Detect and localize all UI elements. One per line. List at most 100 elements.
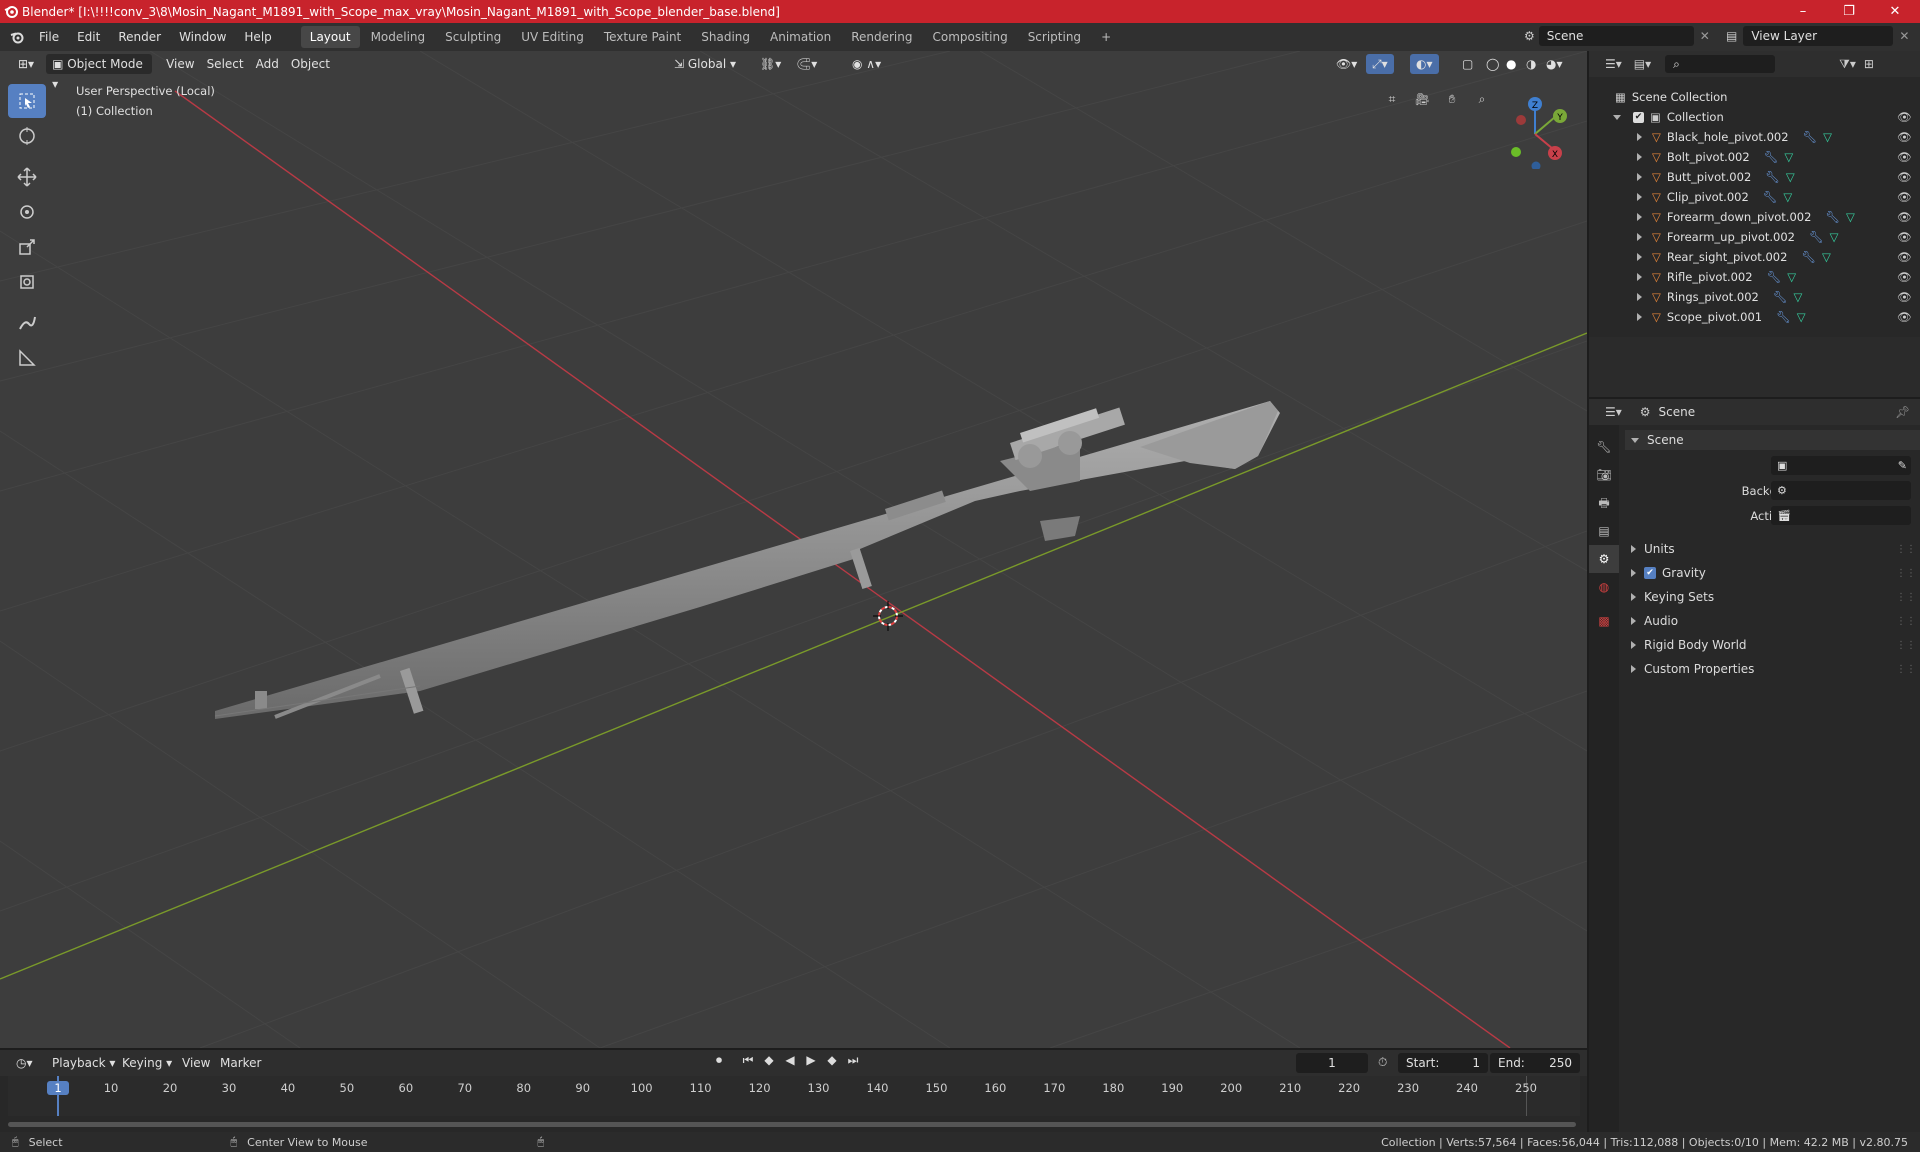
add-workspace-button[interactable]: + — [1092, 26, 1120, 48]
object-expand-icon[interactable] — [1637, 273, 1642, 281]
play-icon[interactable]: ▶ — [802, 1053, 820, 1068]
object-expand-icon[interactable] — [1637, 313, 1642, 321]
display-mode-icon[interactable]: ▤▾ — [1634, 57, 1651, 71]
modifier-wrench-icon[interactable]: 🔧︎ — [1776, 310, 1791, 324]
object-visibility-icon[interactable]: 👁︎ — [1897, 150, 1912, 164]
outliner-object-row[interactable]: ▽ Forearm_down_pivot.002 🔧︎ ▽ 👁︎ — [1589, 207, 1920, 227]
outliner-object-row[interactable]: ▽ Black_hole_pivot.002 🔧︎ ▽ 👁︎ — [1589, 127, 1920, 147]
mesh-data-icon[interactable]: ▽ — [1793, 290, 1802, 304]
object-expand-icon[interactable] — [1637, 293, 1642, 301]
tab-shading[interactable]: Shading — [692, 26, 759, 48]
camera-view-icon[interactable]: 🎥︎ — [1410, 87, 1434, 111]
next-keyframe-icon[interactable]: ◆ — [823, 1053, 841, 1068]
mesh-data-icon[interactable]: ▽ — [1797, 310, 1806, 324]
tab-uv-editing[interactable]: UV Editing — [512, 26, 593, 48]
blender-menu-icon[interactable] — [10, 30, 24, 44]
modifier-wrench-icon[interactable]: 🔧︎ — [1764, 150, 1779, 164]
object-visibility-icon[interactable]: 👁︎ — [1897, 170, 1912, 184]
proportional-edit-icon[interactable]: ◉ ∧▾ — [846, 54, 887, 74]
move-tool-icon[interactable] — [8, 160, 46, 194]
modifier-wrench-icon[interactable]: 🔧︎ — [1803, 130, 1818, 144]
scene-delete-icon[interactable]: ✕ — [1700, 29, 1710, 43]
maximize-button[interactable]: ❐ — [1826, 0, 1872, 23]
filter-icon[interactable]: ⧩▾ — [1839, 57, 1856, 72]
object-expand-icon[interactable] — [1637, 153, 1642, 161]
play-reverse-icon[interactable]: ◀ — [781, 1053, 799, 1068]
outliner-object-row[interactable]: ▽ Clip_pivot.002 🔧︎ ▽ 👁︎ — [1589, 187, 1920, 207]
record-icon[interactable]: ⏺ — [710, 1053, 728, 1068]
camera-field[interactable]: ▣ ✎ — [1771, 456, 1911, 475]
modifier-wrench-icon[interactable]: 🔧︎ — [1767, 270, 1782, 284]
subsection-rigid-body-world[interactable]: Rigid Body World ⋮⋮ — [1625, 635, 1920, 655]
jump-start-icon[interactable]: ⏮ — [739, 1053, 757, 1068]
object-visibility-icon[interactable]: 👁︎ — [1897, 230, 1912, 244]
orientation-selector[interactable]: ⇲ Global ▾ — [668, 54, 742, 74]
drag-handle-icon[interactable]: ⋮⋮ — [1896, 616, 1916, 627]
gravity-checkbox[interactable]: ✔ — [1644, 567, 1656, 579]
measure-tool-icon[interactable] — [8, 341, 46, 375]
render-tab-icon[interactable]: 📷︎ — [1589, 461, 1619, 489]
menu-view[interactable]: View — [160, 54, 200, 74]
eyedropper-icon[interactable]: ✎ — [1898, 459, 1907, 472]
transform-tool-icon[interactable] — [8, 265, 46, 299]
mesh-data-icon[interactable]: ▽ — [1787, 270, 1796, 284]
object-expand-icon[interactable] — [1637, 213, 1642, 221]
mesh-data-icon[interactable]: ▽ — [1786, 170, 1795, 184]
editor-type-icon[interactable]: ⊞▾ — [12, 54, 40, 74]
outliner-collection[interactable]: ✔ ▣ Collection 👁︎ — [1589, 107, 1920, 127]
select-box-tool-icon[interactable] — [8, 84, 46, 118]
mesh-data-icon[interactable]: ▽ — [1784, 150, 1793, 164]
object-visibility-icon[interactable]: 👁︎ — [1897, 290, 1912, 304]
jump-end-icon[interactable]: ⏭ — [844, 1053, 862, 1068]
subsection-audio[interactable]: Audio ⋮⋮ — [1625, 611, 1920, 631]
scale-tool-icon[interactable] — [8, 230, 46, 264]
object-visibility-icon[interactable]: 👁︎ — [1897, 250, 1912, 264]
object-visibility-icon[interactable]: 👁︎ — [1897, 310, 1912, 324]
gizmo-toggle-icon[interactable]: ⤢▾ — [1366, 54, 1394, 74]
visibility-icon[interactable]: 👁︎▾ — [1330, 54, 1363, 74]
menu-window[interactable]: Window — [170, 23, 235, 51]
properties-editor-type-icon[interactable]: ☰▾ — [1605, 405, 1622, 419]
outliner-object-row[interactable]: ▽ Forearm_up_pivot.002 🔧︎ ▽ 👁︎ — [1589, 227, 1920, 247]
modifier-wrench-icon[interactable]: 🔧︎ — [1763, 190, 1778, 204]
subsection-keying-sets[interactable]: Keying Sets ⋮⋮ — [1625, 587, 1920, 607]
cursor-tool-icon[interactable] — [8, 119, 46, 153]
scene-selector[interactable]: Scene — [1538, 26, 1694, 46]
mesh-data-icon[interactable]: ▽ — [1830, 230, 1839, 244]
snap-icon[interactable]: 🧲︎▾ — [790, 54, 823, 74]
texture-tab-icon[interactable]: ▩ — [1589, 607, 1619, 635]
drag-handle-icon[interactable]: ⋮⋮ — [1896, 544, 1916, 555]
modifier-wrench-icon[interactable]: 🔧︎ — [1773, 290, 1788, 304]
mode-selector[interactable]: ▣ Object Mode ▾ — [46, 54, 153, 91]
navigation-gizmo[interactable]: Z Y X — [1495, 89, 1575, 169]
modifier-wrench-icon[interactable]: 🔧︎ — [1765, 170, 1780, 184]
menu-file[interactable]: File — [30, 23, 68, 51]
current-frame-field[interactable]: 1 — [1296, 1053, 1368, 1073]
rifle-model[interactable] — [214, 401, 1280, 719]
new-collection-icon[interactable]: ⊞ — [1864, 57, 1874, 71]
drag-handle-icon[interactable]: ⋮⋮ — [1896, 568, 1916, 579]
end-frame-field[interactable]: End: 250 — [1490, 1053, 1580, 1073]
3d-cursor-icon[interactable] — [873, 601, 903, 631]
menu-help[interactable]: Help — [235, 23, 280, 51]
collection-checkbox[interactable]: ✔ — [1633, 111, 1644, 123]
mesh-data-icon[interactable]: ▽ — [1846, 210, 1855, 224]
object-visibility-icon[interactable]: 👁︎ — [1897, 130, 1912, 144]
modifier-wrench-icon[interactable]: 🔧︎ — [1809, 230, 1824, 244]
timeline-menu-view[interactable]: View — [176, 1053, 216, 1073]
tab-texture-paint[interactable]: Texture Paint — [595, 26, 690, 48]
object-expand-icon[interactable] — [1637, 253, 1642, 261]
viewport-3d[interactable]: User Perspective (Local) (1) Collection … — [0, 51, 1587, 1048]
minimize-button[interactable]: – — [1780, 0, 1826, 23]
annotate-tool-icon[interactable] — [8, 306, 46, 340]
tab-scripting[interactable]: Scripting — [1019, 26, 1090, 48]
rotate-tool-icon[interactable] — [8, 195, 46, 229]
active-movie-clip-field[interactable]: 🎬︎ — [1771, 506, 1911, 525]
subsection-units[interactable]: Units ⋮⋮ — [1625, 539, 1920, 559]
world-tab-icon[interactable]: ◍ — [1589, 573, 1619, 601]
subsection-gravity[interactable]: ✔ Gravity ⋮⋮ — [1625, 563, 1920, 583]
tab-rendering[interactable]: Rendering — [842, 26, 921, 48]
prev-keyframe-icon[interactable]: ◆ — [760, 1053, 778, 1068]
scene-tab-icon[interactable]: ⚙ — [1589, 545, 1619, 573]
collection-expand-icon[interactable] — [1613, 114, 1621, 120]
